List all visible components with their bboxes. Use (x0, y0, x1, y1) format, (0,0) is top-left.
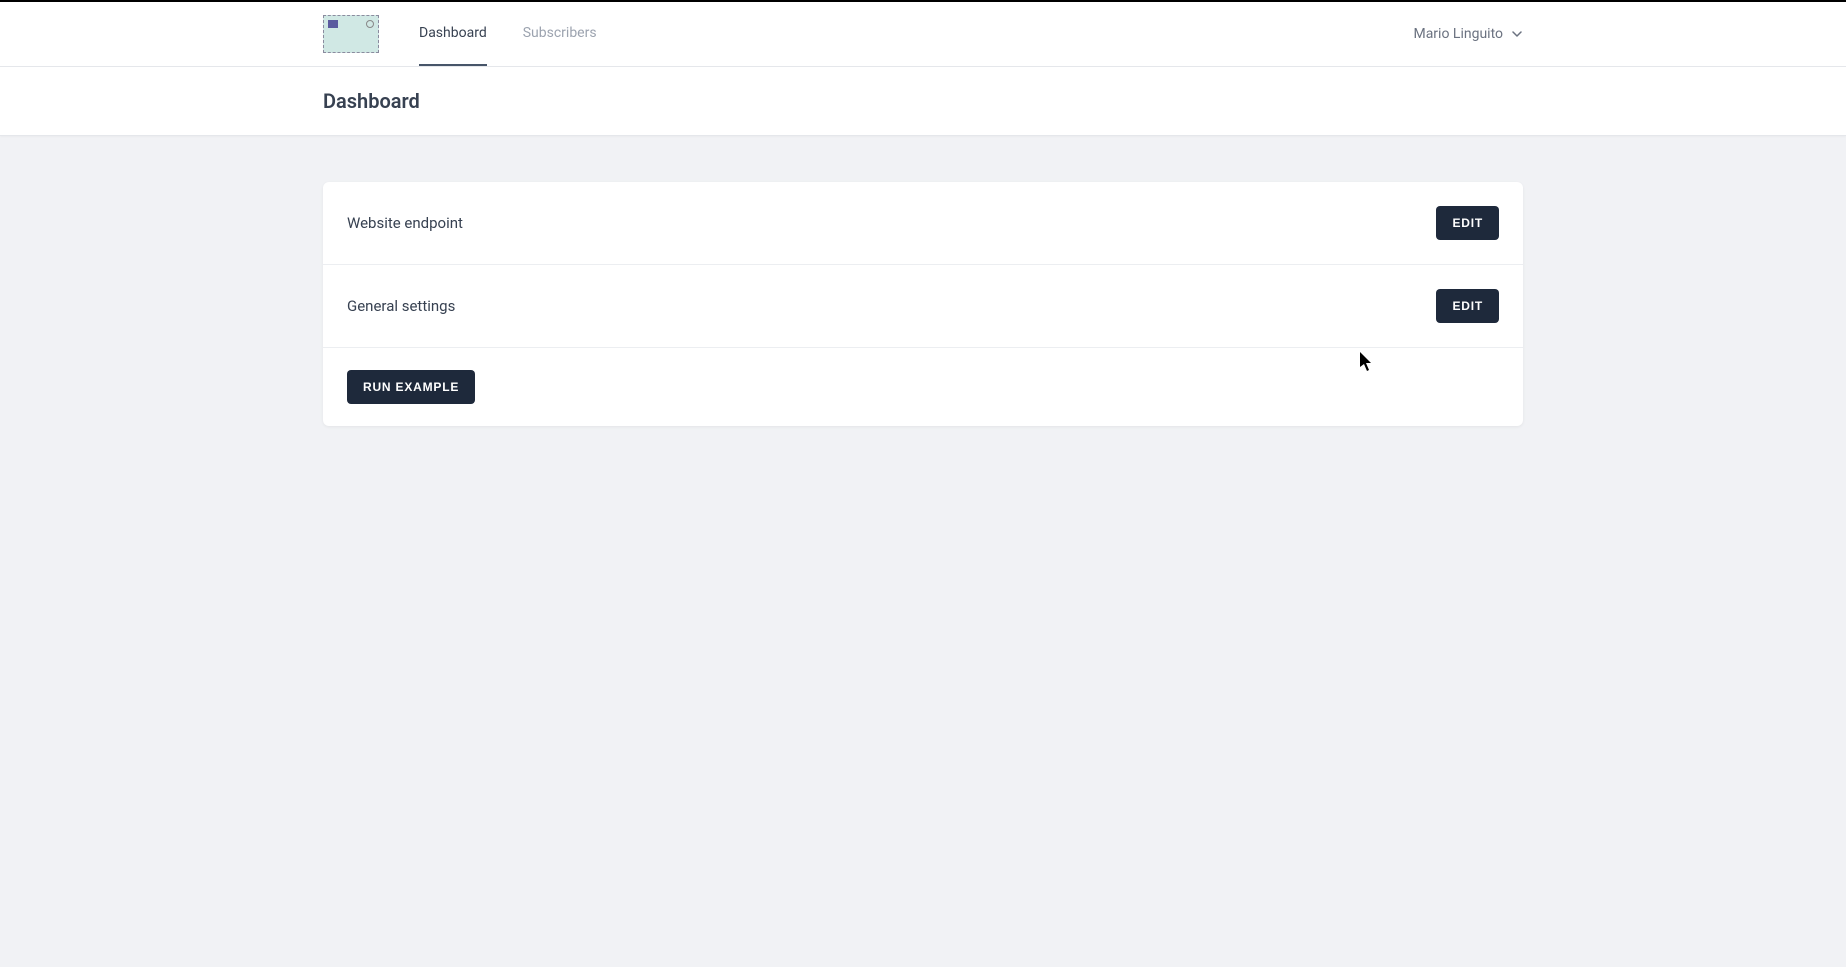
row-label-website-endpoint: Website endpoint (347, 214, 463, 232)
main-content: Website endpoint EDIT General settings E… (313, 136, 1533, 472)
nav-subscribers[interactable]: Subscribers (523, 2, 597, 66)
nav-dashboard-label: Dashboard (419, 25, 487, 41)
edit-general-settings-button[interactable]: EDIT (1436, 289, 1499, 323)
primary-nav: Dashboard Subscribers (419, 2, 597, 66)
settings-row-website-endpoint: Website endpoint EDIT (323, 182, 1523, 265)
app-logo[interactable] (323, 15, 379, 53)
user-name-label: Mario Linguito (1413, 26, 1503, 42)
logo-postmark-icon (366, 20, 374, 28)
main-header: Dashboard Subscribers Mario Linguito (0, 2, 1846, 67)
row-label-general-settings: General settings (347, 297, 455, 315)
page-title: Dashboard (323, 89, 1523, 113)
nav-dashboard[interactable]: Dashboard (419, 2, 487, 66)
run-example-button[interactable]: RUN EXAMPLE (347, 370, 475, 404)
chevron-down-icon (1511, 28, 1523, 40)
card-footer: RUN EXAMPLE (323, 348, 1523, 426)
logo-stamp-icon (328, 20, 338, 28)
settings-row-general-settings: General settings EDIT (323, 265, 1523, 348)
edit-website-endpoint-button[interactable]: EDIT (1436, 206, 1499, 240)
settings-card: Website endpoint EDIT General settings E… (323, 182, 1523, 426)
nav-subscribers-label: Subscribers (523, 25, 597, 41)
user-menu[interactable]: Mario Linguito (1413, 26, 1523, 42)
page-subheader: Dashboard (0, 67, 1846, 136)
